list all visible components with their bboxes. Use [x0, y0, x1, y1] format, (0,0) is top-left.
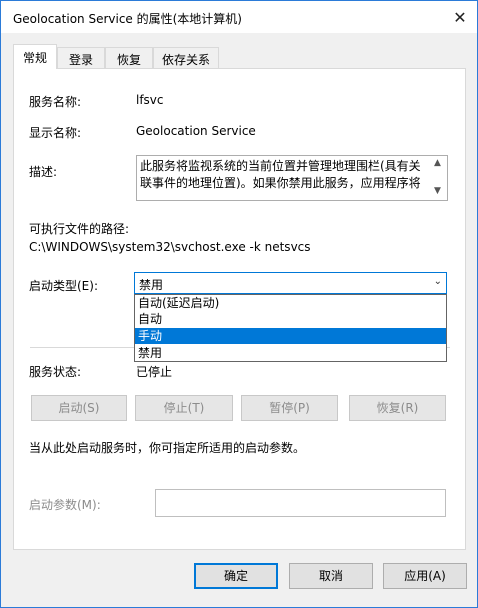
tab-general[interactable]: 常规 — [13, 44, 57, 69]
resume-button[interactable]: 恢复(R) — [349, 395, 446, 421]
description-label: 描述: — [29, 165, 58, 179]
tab-dependencies[interactable]: 依存关系 — [153, 47, 219, 69]
cancel-button[interactable]: 取消 — [289, 563, 373, 589]
start-params-hint: 当从此处启动服务时，你可指定所适用的启动参数。 — [29, 441, 306, 455]
tab-logon-label: 登录 — [68, 53, 93, 67]
display-name-value[interactable]: Geolocation Service — [136, 124, 256, 138]
tab-logon[interactable]: 登录 — [57, 47, 105, 69]
window-title: Geolocation Service 的属性(本地计算机) — [13, 12, 242, 26]
description-scrollbar[interactable]: ▲ ▼ — [431, 156, 447, 200]
start-params-label: 启动参数(M): — [29, 498, 101, 512]
scroll-up-icon[interactable]: ▲ — [434, 158, 441, 168]
service-status-label: 服务状态: — [29, 365, 82, 379]
close-icon[interactable]: ✕ — [447, 4, 473, 30]
start-button[interactable]: 启动(S) — [31, 395, 127, 421]
ok-button[interactable]: 确定 — [194, 563, 278, 589]
stop-button[interactable]: 停止(T) — [135, 395, 233, 421]
service-name-label: 服务名称: — [29, 95, 82, 109]
exe-path-value[interactable]: C:\WINDOWS\system32\svchost.exe -k netsv… — [29, 240, 311, 254]
startup-type-label: 启动类型(E): — [29, 279, 98, 293]
title-bar[interactable]: Geolocation Service 的属性(本地计算机) ✕ — [1, 1, 477, 33]
pause-button[interactable]: 暂停(P) — [241, 395, 338, 421]
startup-type-select[interactable]: 禁用 ⌄ — [134, 272, 447, 294]
tab-recovery[interactable]: 恢复 — [105, 47, 153, 69]
tab-recovery-label: 恢复 — [116, 53, 141, 67]
description-line-1: 此服务将监视系统的当前位置并管理地理围栏(具有关 — [140, 159, 421, 173]
startup-option-manual[interactable]: 手动 — [135, 328, 446, 344]
startup-type-selected-value: 禁用 — [139, 278, 164, 292]
description-textbox[interactable]: 此服务将监视系统的当前位置并管理地理围栏(具有关 联事件的地理位置)。如果你禁用… — [136, 155, 448, 201]
startup-type-dropdown-list: 自动(延迟启动) 自动 手动 禁用 — [134, 294, 447, 362]
description-text: 此服务将监视系统的当前位置并管理地理围栏(具有关 联事件的地理位置)。如果你禁用… — [140, 158, 430, 192]
tab-dependencies-label: 依存关系 — [161, 53, 210, 67]
scroll-down-icon[interactable]: ▼ — [434, 186, 441, 196]
exe-path-label: 可执行文件的路径: — [29, 222, 130, 236]
description-line-2: 联事件的地理位置)。如果你禁用此服务，应用程序将 — [140, 176, 421, 190]
display-name-label: 显示名称: — [29, 126, 82, 140]
service-name-value[interactable]: lfsvc — [136, 93, 164, 107]
tab-general-label: 常规 — [22, 51, 47, 65]
chevron-down-icon[interactable]: ⌄ — [434, 276, 442, 287]
startup-option-auto[interactable]: 自动 — [135, 311, 446, 327]
startup-option-auto-delayed[interactable]: 自动(延迟启动) — [135, 295, 446, 311]
service-properties-window: Geolocation Service 的属性(本地计算机) ✕ 常规 登录 恢… — [0, 0, 478, 608]
apply-button[interactable]: 应用(A) — [383, 563, 467, 589]
service-status-value: 已停止 — [136, 365, 173, 379]
general-tab-panel: 服务名称: lfsvc 显示名称: Geolocation Service 描述… — [13, 68, 466, 550]
start-params-input[interactable] — [155, 489, 446, 517]
startup-option-disabled[interactable]: 禁用 — [135, 345, 446, 361]
